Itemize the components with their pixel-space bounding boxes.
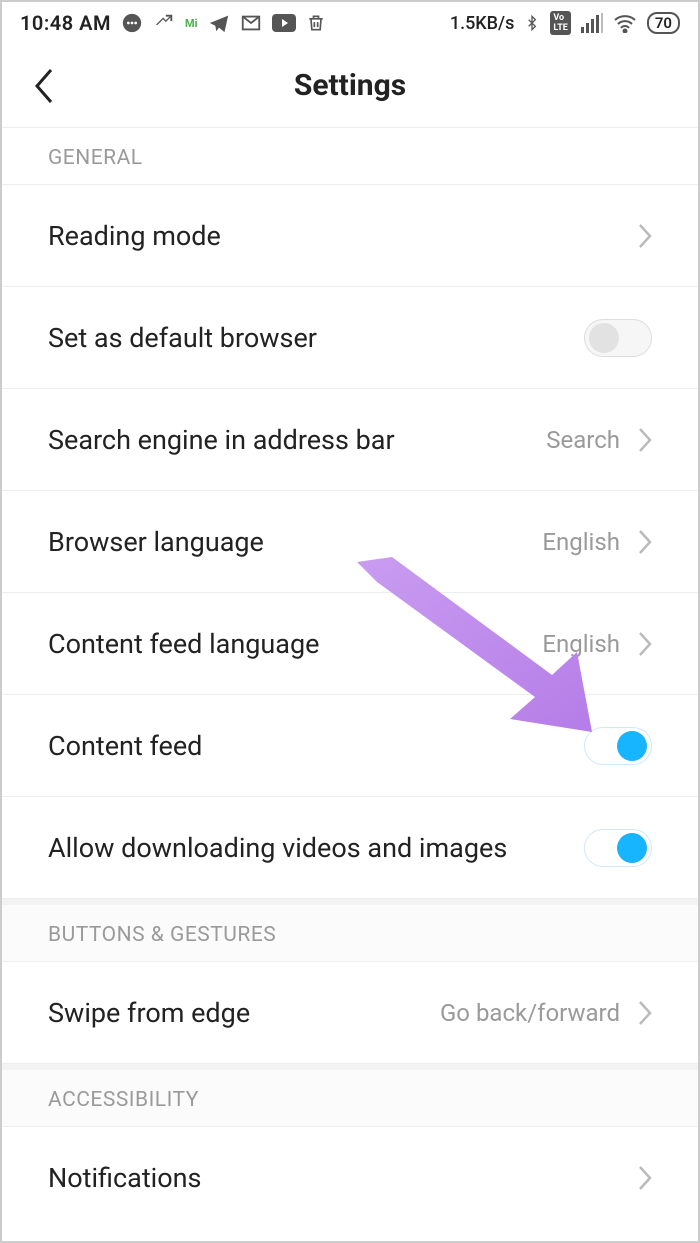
page-title: Settings [2,68,698,103]
row-label: Browser language [48,526,264,558]
row-label: Swipe from edge [48,997,250,1029]
status-time: 10:48 AM [20,11,111,35]
row-browser-language[interactable]: Browser language English [2,491,698,593]
section-header-general: GENERAL [2,128,698,185]
youtube-icon [272,14,296,32]
toggle-content-feed[interactable] [584,727,652,765]
missed-call-icon [153,12,175,34]
signal-icon [581,13,603,33]
row-search-engine[interactable]: Search engine in address bar Search [2,389,698,491]
chevron-right-icon [638,1165,652,1191]
battery-icon: 70 [647,12,680,34]
mi-credit-icon: Mi [185,17,198,30]
row-value: English [542,528,620,556]
row-default-browser[interactable]: Set as default browser [2,287,698,389]
volte-icon: VoLTE [550,11,571,35]
section-header-gestures: BUTTONS & GESTURES [2,899,698,962]
wifi-icon [613,13,637,33]
telegram-icon [208,12,230,34]
gmail-icon [240,12,262,34]
app-header: Settings [2,44,698,128]
chevron-right-icon [638,631,652,657]
status-bar: 10:48 AM Mi 1.5KB/s VoLTE [2,2,698,44]
row-label: Notifications [48,1162,201,1194]
row-allow-download[interactable]: Allow downloading videos and images [2,797,698,899]
row-label: Search engine in address bar [48,424,395,456]
row-notifications[interactable]: Notifications [2,1127,698,1229]
row-value: English [542,630,620,658]
row-label: Reading mode [48,220,221,252]
row-content-feed[interactable]: Content feed [2,695,698,797]
bluetooth-icon [524,12,540,34]
status-left: 10:48 AM Mi [20,11,326,35]
toggle-allow-download[interactable] [584,829,652,867]
row-reading-mode[interactable]: Reading mode [2,185,698,287]
back-button[interactable] [24,66,64,106]
row-swipe-edge[interactable]: Swipe from edge Go back/forward [2,962,698,1064]
chevron-right-icon [638,529,652,555]
row-label: Set as default browser [48,322,317,354]
row-value: Go back/forward [440,999,620,1027]
row-label: Content feed language [48,628,319,660]
toggle-default-browser[interactable] [584,319,652,357]
data-rate: 1.5KB/s [450,13,515,34]
chevron-right-icon [638,1000,652,1026]
row-label: Allow downloading videos and images [48,832,507,864]
status-right: 1.5KB/s VoLTE 70 [450,11,680,35]
chevron-right-icon [638,223,652,249]
row-label: Content feed [48,730,202,762]
trash-icon [306,12,326,34]
chevron-right-icon [638,427,652,453]
section-header-accessibility: ACCESSIBILITY [2,1064,698,1127]
row-content-feed-language[interactable]: Content feed language English [2,593,698,695]
chat-icon [121,12,143,34]
row-value: Search [546,426,620,454]
